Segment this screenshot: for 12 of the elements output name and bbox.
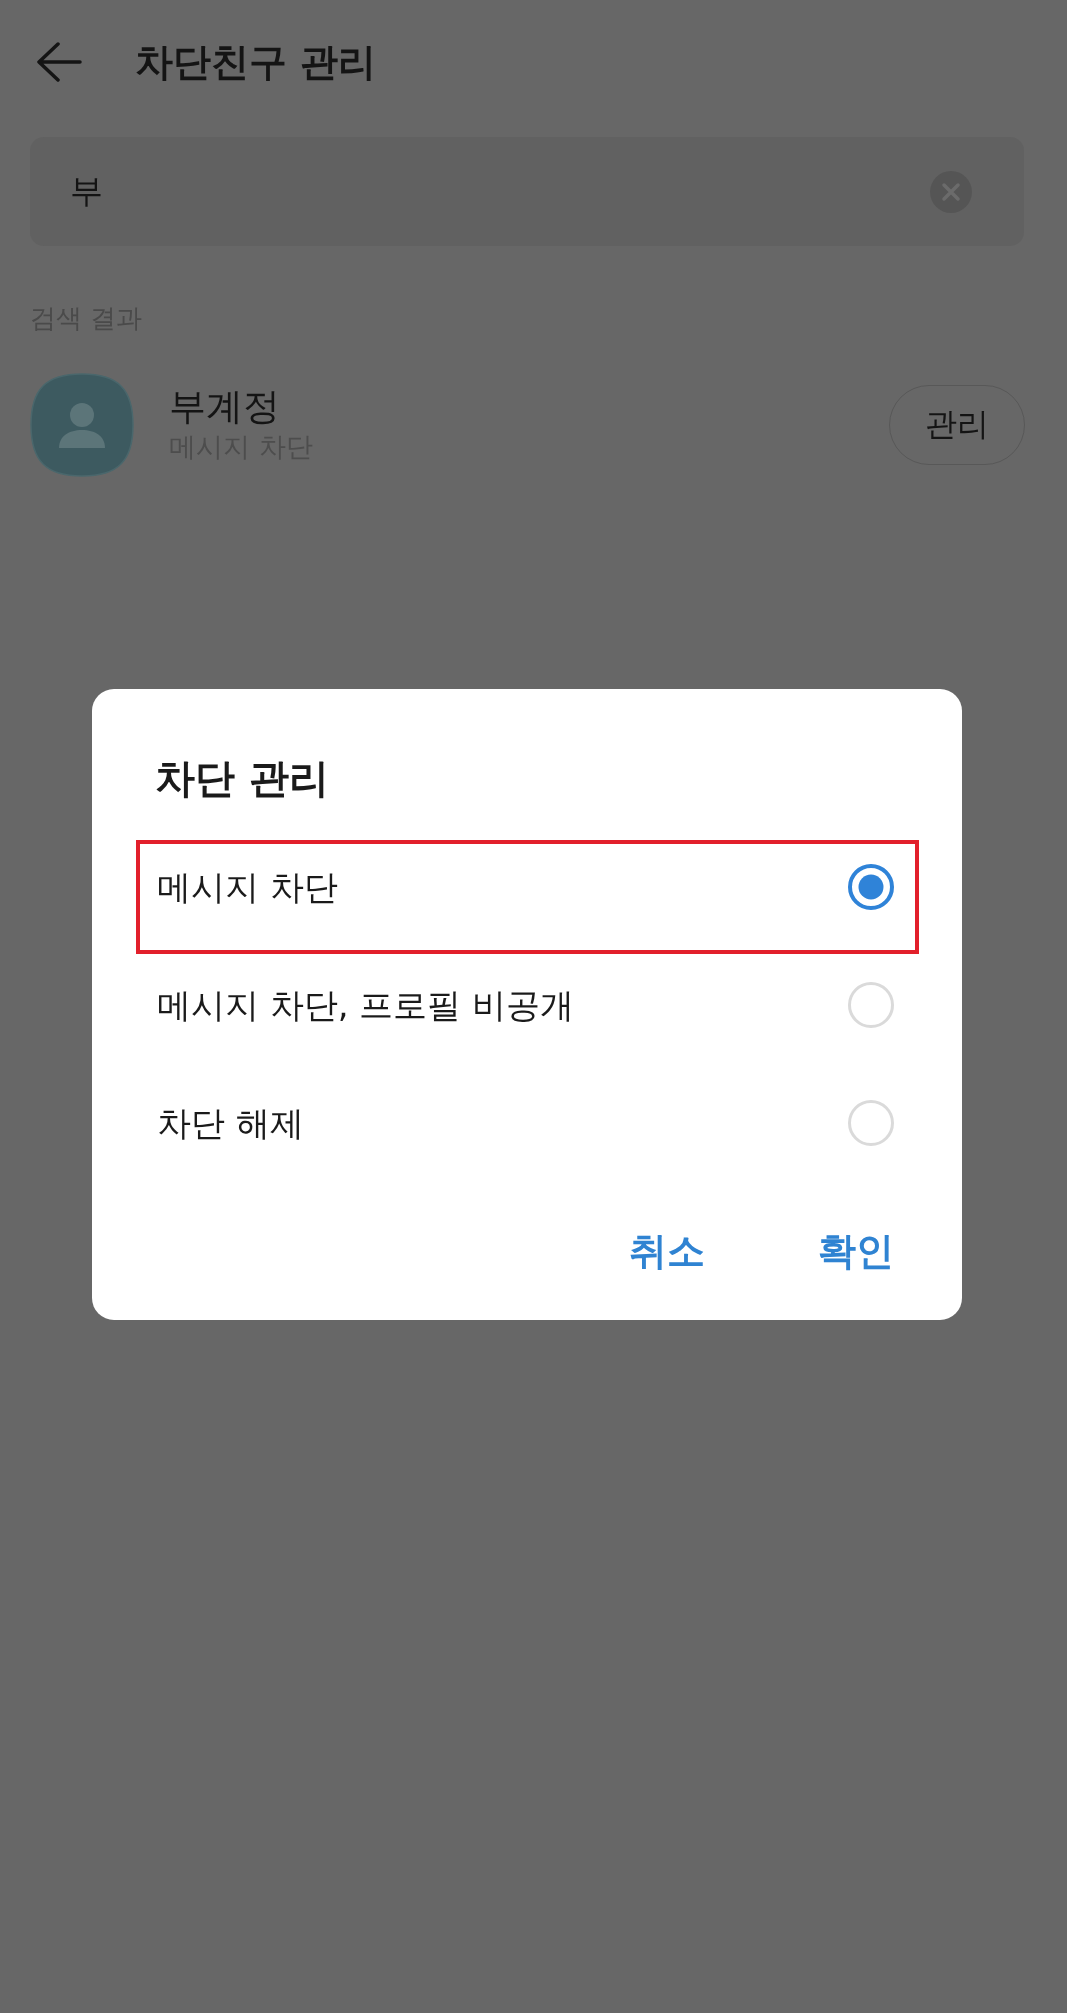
confirm-button[interactable]: 확인 [806, 1218, 906, 1284]
option-label[interactable]: 메시지 차단 [157, 865, 338, 909]
option-label[interactable]: 차단 해제 [157, 1101, 304, 1145]
contact-name: 부계정 [169, 385, 280, 429]
cancel-button[interactable]: 취소 [617, 1218, 717, 1284]
search-field[interactable]: 부 [30, 137, 1024, 246]
back-button[interactable] [34, 40, 84, 84]
radio-button[interactable] [848, 864, 894, 910]
dialog-title: 차단 관리 [155, 754, 329, 803]
avatar-icon [30, 373, 134, 477]
option-label[interactable]: 메시지 차단, 프로필 비공개 [157, 983, 575, 1027]
page-title: 차단친구 관리 [135, 39, 377, 86]
